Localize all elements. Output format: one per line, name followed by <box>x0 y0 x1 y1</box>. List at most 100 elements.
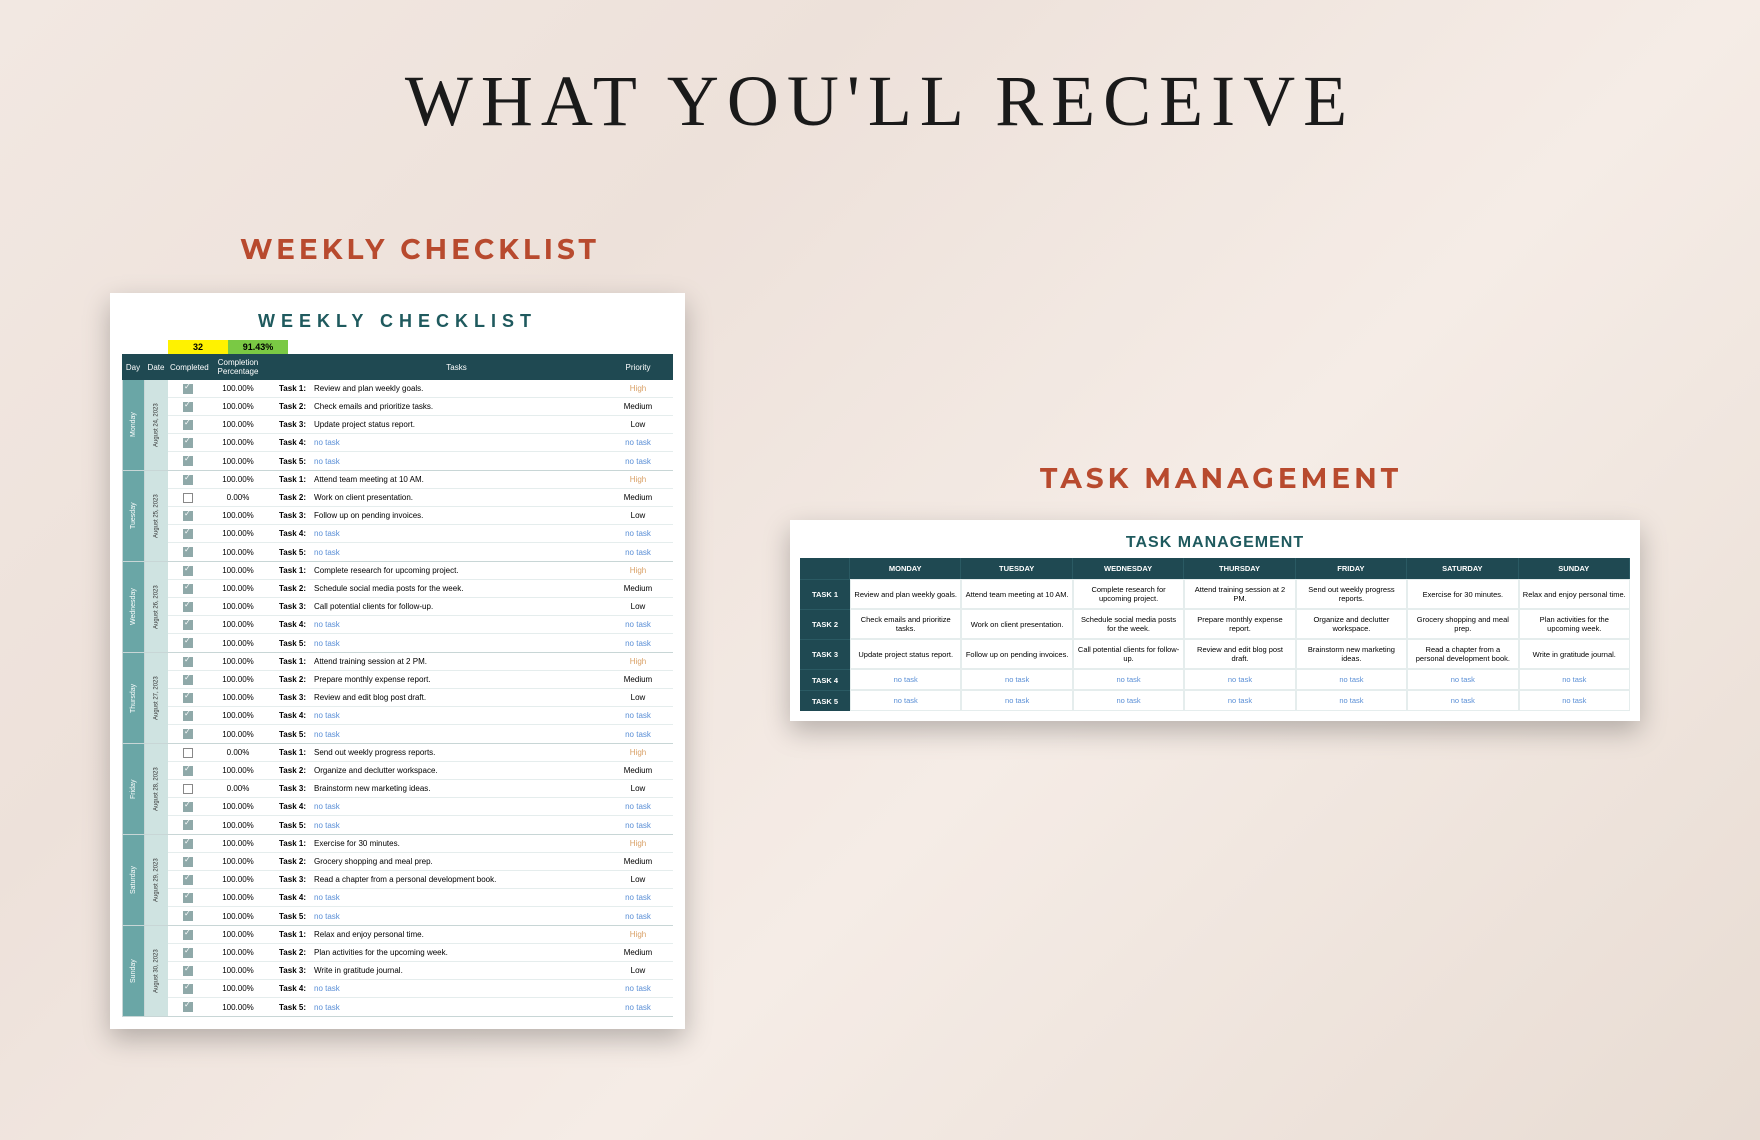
checkbox-icon[interactable] <box>183 456 193 466</box>
task-text: Plan activities for the upcoming week. <box>310 946 603 959</box>
tm-row-label: TASK 5 <box>800 690 850 711</box>
tm-cell: Grocery shopping and meal prep. <box>1407 609 1518 639</box>
tm-cell: Complete research for upcoming project. <box>1073 579 1184 609</box>
checkbox-icon[interactable] <box>183 402 193 412</box>
weekly-day: MondayAugust 24, 2023100.00%Task 1:Revie… <box>122 380 673 471</box>
task-label: Task 3: <box>268 964 310 977</box>
checkbox-icon[interactable] <box>183 748 193 758</box>
checkbox-icon[interactable] <box>183 784 193 794</box>
completion-pct: 0.00% <box>208 746 268 759</box>
completion-pct: 100.00% <box>208 455 268 468</box>
priority: no task <box>603 728 673 741</box>
checkbox-icon[interactable] <box>183 566 193 576</box>
priority: no task <box>603 709 673 722</box>
checkbox-icon[interactable] <box>183 475 193 485</box>
task-label: Task 5: <box>268 728 310 741</box>
task-text: no task <box>310 982 603 995</box>
day-date: August 29, 2023 <box>144 835 168 925</box>
tm-cell: Call potential clients for follow-up. <box>1073 639 1184 669</box>
tm-cell: Read a chapter from a personal developme… <box>1407 639 1518 669</box>
table-row: 100.00%Task 4:no taskno task <box>168 889 673 907</box>
task-label: Task 3: <box>268 600 310 613</box>
table-row: 100.00%Task 4:no taskno task <box>168 707 673 725</box>
completion-pct: 100.00% <box>208 637 268 650</box>
checkbox-icon[interactable] <box>183 584 193 594</box>
checkbox-icon[interactable] <box>183 602 193 612</box>
checkbox-icon[interactable] <box>183 711 193 721</box>
priority: Medium <box>603 582 673 595</box>
checkbox-icon[interactable] <box>183 875 193 885</box>
checkbox-icon[interactable] <box>183 1002 193 1012</box>
table-row: 100.00%Task 3:Write in gratitude journal… <box>168 962 673 980</box>
day-date: August 28, 2023 <box>144 744 168 834</box>
checkbox-icon[interactable] <box>183 984 193 994</box>
table-row: 100.00%Task 5:no taskno task <box>168 634 673 652</box>
checkbox-icon[interactable] <box>183 657 193 667</box>
weekly-day: TuesdayAugust 25, 2023100.00%Task 1:Atte… <box>122 471 673 562</box>
task-text: Write in gratitude journal. <box>310 964 603 977</box>
checkbox-icon[interactable] <box>183 384 193 394</box>
task-management-card: TASK MANAGEMENT MONDAYTUESDAYWEDNESDAYTH… <box>790 520 1640 721</box>
tm-cell: Exercise for 30 minutes. <box>1407 579 1518 609</box>
task-text: Check emails and prioritize tasks. <box>310 400 603 413</box>
checkbox-icon[interactable] <box>183 693 193 703</box>
completion-pct: 100.00% <box>208 509 268 522</box>
task-label: Task 4: <box>268 618 310 631</box>
checkbox-icon[interactable] <box>183 529 193 539</box>
completion-pct: 100.00% <box>208 1001 268 1014</box>
completion-pct: 100.00% <box>208 418 268 431</box>
priority: Medium <box>603 946 673 959</box>
task-text: Attend training session at 2 PM. <box>310 655 603 668</box>
checkbox-icon[interactable] <box>183 493 193 503</box>
priority: Low <box>603 509 673 522</box>
table-row: 100.00%Task 1:Relax and enjoy personal t… <box>168 926 673 944</box>
checkbox-icon[interactable] <box>183 638 193 648</box>
checkbox-icon[interactable] <box>183 438 193 448</box>
checkbox-icon[interactable] <box>183 620 193 630</box>
task-label: Task 5: <box>268 546 310 559</box>
table-row: 100.00%Task 5:no taskno task <box>168 543 673 561</box>
checkbox-icon[interactable] <box>183 511 193 521</box>
checkbox-icon[interactable] <box>183 911 193 921</box>
priority: High <box>603 564 673 577</box>
tm-cell: no task <box>961 690 1072 711</box>
checkbox-icon[interactable] <box>183 893 193 903</box>
tm-corner <box>800 558 850 579</box>
tm-cell: no task <box>1073 669 1184 690</box>
checkbox-icon[interactable] <box>183 930 193 940</box>
task-text: no task <box>310 436 603 449</box>
task-text: no task <box>310 819 603 832</box>
checkbox-icon[interactable] <box>183 802 193 812</box>
checkbox-icon[interactable] <box>183 948 193 958</box>
priority: Medium <box>603 764 673 777</box>
checkbox-icon[interactable] <box>183 857 193 867</box>
checkbox-icon[interactable] <box>183 839 193 849</box>
task-label: Task 1: <box>268 382 310 395</box>
completion-pct: 100.00% <box>208 800 268 813</box>
checkbox-icon[interactable] <box>183 766 193 776</box>
table-row: 100.00%Task 2:Prepare monthly expense re… <box>168 671 673 689</box>
checkbox-icon[interactable] <box>183 729 193 739</box>
checkbox-icon[interactable] <box>183 966 193 976</box>
task-label: Task 2: <box>268 400 310 413</box>
weekly-checklist-card: WEEKLY CHECKLIST 32 91.43% Day Date Comp… <box>110 293 685 1029</box>
completion-pct: 100.00% <box>208 618 268 631</box>
checkbox-icon[interactable] <box>183 675 193 685</box>
checkbox-icon[interactable] <box>183 420 193 430</box>
tm-row-label: TASK 2 <box>800 609 850 639</box>
tm-cell: no task <box>1296 669 1407 690</box>
task-text: no task <box>310 546 603 559</box>
table-row: 100.00%Task 2:Check emails and prioritiz… <box>168 398 673 416</box>
checkbox-icon[interactable] <box>183 820 193 830</box>
tm-day-header: SATURDAY <box>1407 558 1518 579</box>
task-label: Task 1: <box>268 928 310 941</box>
checkbox-icon[interactable] <box>183 547 193 557</box>
completion-pct: 100.00% <box>208 527 268 540</box>
completion-pct: 100.00% <box>208 964 268 977</box>
priority: High <box>603 473 673 486</box>
completion-pct: 100.00% <box>208 691 268 704</box>
table-row: 100.00%Task 5:no taskno task <box>168 998 673 1016</box>
table-row: 100.00%Task 1:Attend team meeting at 10 … <box>168 471 673 489</box>
completion-pct: 0.00% <box>208 491 268 504</box>
day-date: August 27, 2023 <box>144 653 168 743</box>
